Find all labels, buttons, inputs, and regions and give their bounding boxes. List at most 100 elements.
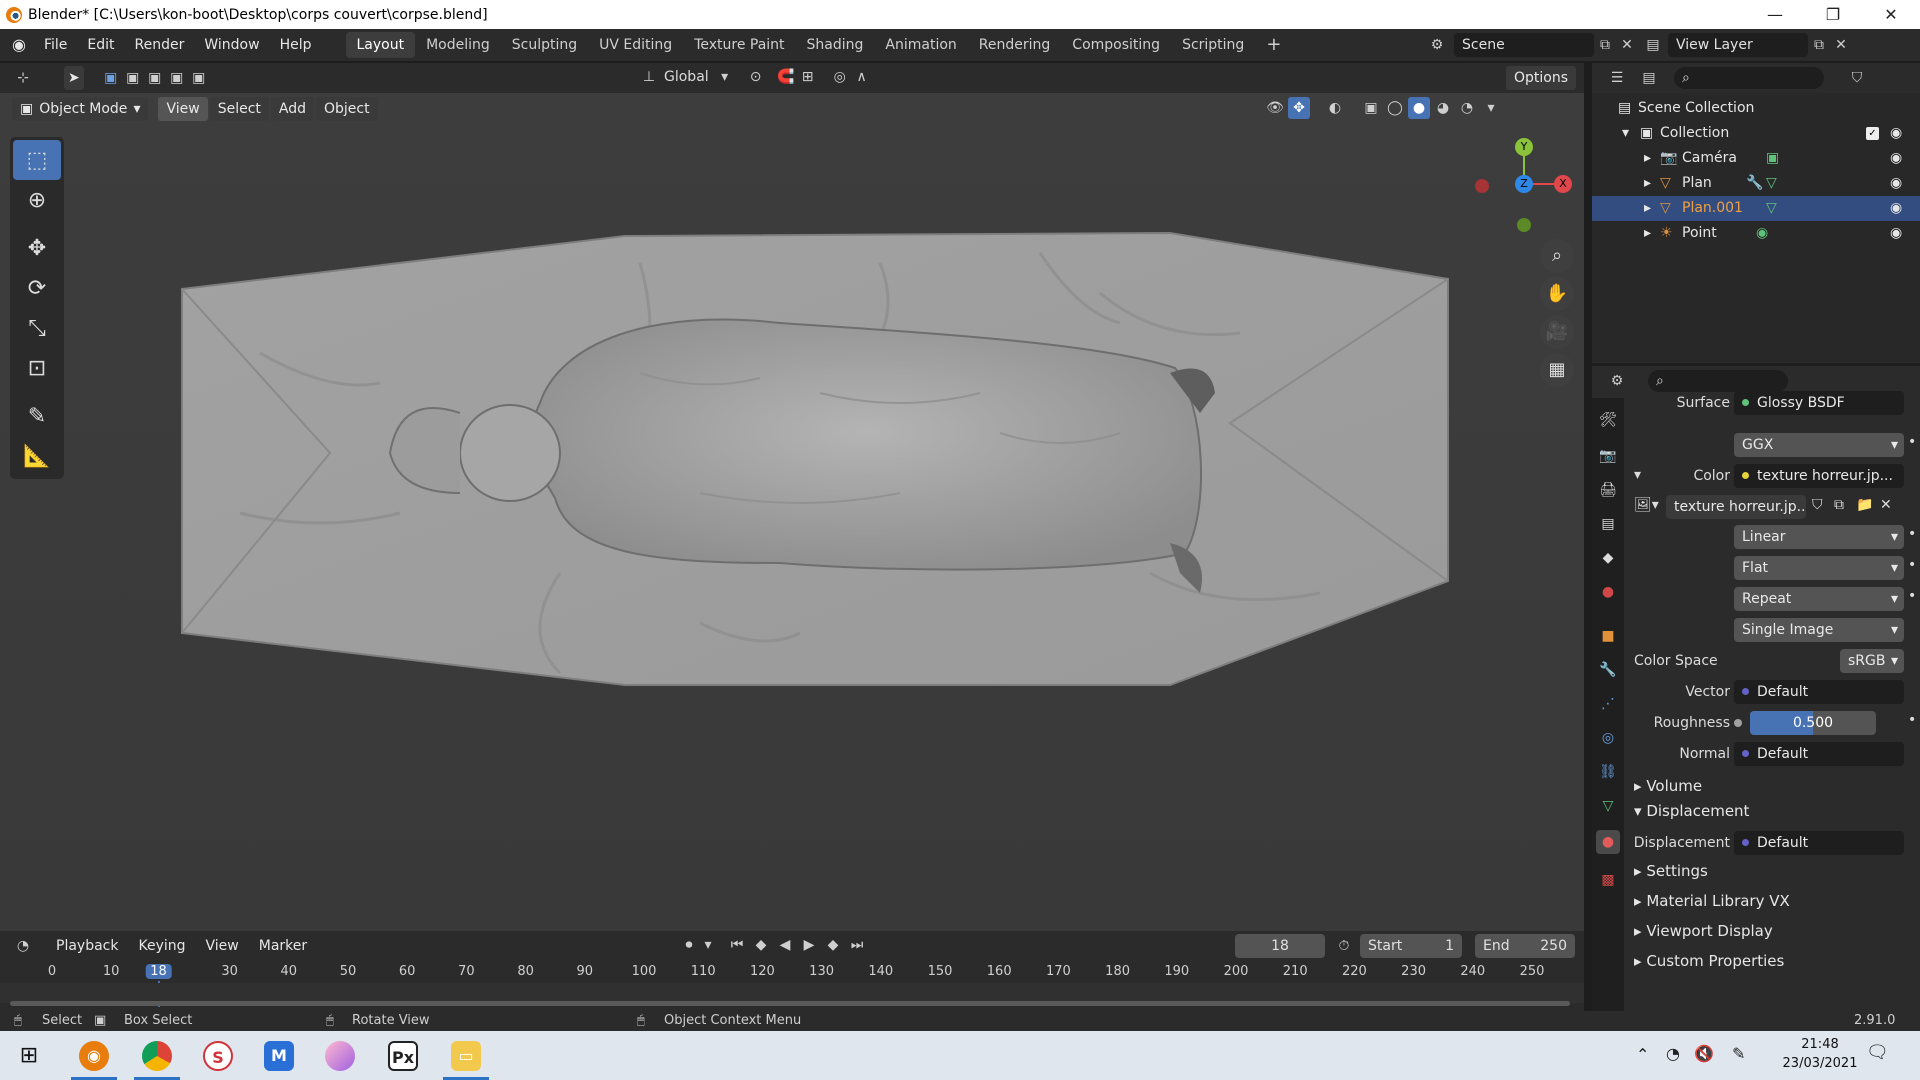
close-window-button[interactable]: ✕ (1862, 0, 1920, 29)
camera-view-icon[interactable]: 🎥 (1540, 315, 1574, 349)
auto-key-icon[interactable]: ⏺ (678, 934, 700, 956)
keying-menu[interactable]: Keying (128, 931, 195, 961)
select-mode-new-icon[interactable]: ▣ (100, 67, 122, 89)
prev-keyframe-icon[interactable]: ◆ (750, 934, 772, 956)
network-icon[interactable]: ◔ (1666, 1044, 1680, 1063)
menu-help[interactable]: Help (270, 29, 322, 61)
view-menu[interactable]: View (158, 97, 208, 121)
play-icon[interactable]: ▶ (798, 934, 820, 956)
tab-animation[interactable]: Animation (874, 32, 967, 58)
collection-row[interactable]: ▾ ▣ Collection ✓ ◉ (1592, 121, 1920, 146)
expand-arrow-icon[interactable]: ▸ (1644, 221, 1651, 246)
shading-options-icon[interactable]: ▾ (1480, 97, 1502, 119)
menu-file[interactable]: File (34, 29, 77, 61)
material-tab-icon[interactable]: ● (1596, 830, 1620, 854)
menu-edit[interactable]: Edit (77, 29, 124, 61)
image-browse-icon[interactable]: 🖼▾ (1634, 497, 1659, 513)
measure-tool-icon[interactable]: 📐 (13, 436, 61, 476)
properties-editor-icon[interactable]: ⚙ (1606, 370, 1628, 392)
tool-tab-icon[interactable]: 🛠 (1596, 408, 1620, 432)
eye-icon[interactable]: ◉ (1890, 121, 1902, 146)
filter-icon[interactable]: ⛉ (1846, 67, 1868, 89)
menu-render[interactable]: Render (125, 29, 195, 61)
scene-tab-icon[interactable]: ◆ (1596, 546, 1620, 570)
output-tab-icon[interactable]: 🖨 (1596, 478, 1620, 502)
mesh-data-icon[interactable]: ▽ (1766, 196, 1777, 221)
viewport-display-panel-header[interactable]: ▸ Viewport Display (1624, 916, 1920, 946)
select-mode-invert-icon[interactable]: ▣ (166, 67, 188, 89)
select-menu[interactable]: Select (209, 97, 269, 121)
editor-type-icon[interactable]: ⊹ (12, 67, 34, 89)
vector-input-field[interactable]: Default (1734, 680, 1904, 704)
object-tab-icon[interactable]: ■ (1596, 624, 1620, 648)
properties-search-input[interactable]: ⌕ (1648, 370, 1788, 392)
jump-end-icon[interactable]: ⏭ (846, 934, 868, 956)
current-frame-field[interactable]: 18 (1235, 934, 1325, 958)
rotate-tool-icon[interactable]: ⟳ (13, 268, 61, 308)
render-tab-icon[interactable]: 📷 (1596, 444, 1620, 468)
ortho-grid-icon[interactable]: ▦ (1540, 353, 1574, 387)
remove-scene-icon[interactable]: ✕ (1616, 34, 1638, 56)
rendered-shading-icon[interactable]: ◔ (1456, 97, 1478, 119)
cloth-mesh[interactable] (0, 93, 1584, 931)
annotate-tool-icon[interactable]: ✎ (13, 396, 61, 436)
playback-menu[interactable]: Playback (46, 931, 128, 961)
tab-texture-paint[interactable]: Texture Paint (683, 32, 795, 58)
modifier-tab-icon[interactable]: 🔧 (1596, 658, 1620, 682)
tab-rendering[interactable]: Rendering (968, 32, 1062, 58)
custom-properties-panel-header[interactable]: ▸ Custom Properties (1624, 946, 1920, 976)
pivot-point-icon[interactable]: ⊙ (745, 66, 767, 88)
tab-modeling[interactable]: Modeling (415, 32, 501, 58)
expand-arrow-icon[interactable]: ▸ (1644, 146, 1651, 171)
displacement-panel-header[interactable]: ▾ Displacement (1624, 796, 1920, 826)
eye-icon[interactable]: ◉ (1890, 171, 1902, 196)
world-tab-icon[interactable]: ● (1596, 580, 1620, 604)
eye-icon[interactable]: ◉ (1890, 221, 1902, 246)
pan-hand-icon[interactable]: ✋ (1540, 277, 1574, 311)
outliner-search-input[interactable]: ⌕ (1674, 67, 1824, 89)
color-input-field[interactable]: texture horreur.jp... (1734, 464, 1904, 488)
marker-menu[interactable]: Marker (249, 931, 317, 961)
expand-arrow-icon[interactable]: ▸ (1644, 196, 1651, 221)
select-box-tool-icon[interactable]: ⬚ (13, 140, 61, 180)
proportional-edit-icon[interactable]: ◎ (829, 66, 851, 88)
open-image-icon[interactable]: 📁 (1856, 497, 1873, 513)
start-frame-field[interactable]: Start 1 (1360, 934, 1462, 958)
jump-start-icon[interactable]: ⏮ (726, 934, 748, 956)
roughness-slider[interactable]: 0.500 (1750, 711, 1876, 735)
fake-user-icon[interactable]: ⛉ (1812, 497, 1823, 513)
tab-sculpting[interactable]: Sculpting (501, 32, 588, 58)
preview-range-icon[interactable]: ⏱ (1333, 935, 1355, 957)
windows-start-icon[interactable]: ⊞ (2, 1031, 56, 1080)
pixelexpert-taskbar-icon[interactable]: Px (376, 1031, 430, 1080)
timeline-scrollbar[interactable] (10, 1001, 1570, 1006)
view-layer-icon[interactable]: ▤ (1642, 34, 1664, 56)
gizmo-z-axis[interactable]: Z (1515, 175, 1533, 193)
file-explorer-taskbar-icon[interactable]: ▭ (439, 1031, 493, 1080)
gizmo-toggle-icon[interactable]: ✥ (1288, 97, 1310, 119)
keyframe-dot-icon[interactable]: • (1908, 434, 1916, 450)
new-scene-icon[interactable]: ⧉ (1594, 34, 1616, 56)
select-mode-extend-icon[interactable]: ▣ (122, 67, 144, 89)
navigation-gizmo[interactable]: Y Z X (1470, 133, 1580, 243)
notification-icon[interactable]: 🗨 (1866, 1042, 1889, 1063)
chrome-taskbar-icon[interactable] (130, 1031, 184, 1080)
clock-date[interactable]: 23/03/2021 (1778, 1056, 1862, 1071)
camera-data-icon[interactable]: ▣ (1766, 146, 1779, 171)
eye-icon[interactable]: ◉ (1890, 196, 1902, 221)
end-frame-field[interactable]: End 250 (1475, 934, 1575, 958)
tab-compositing[interactable]: Compositing (1061, 32, 1171, 58)
transform-tool-icon[interactable]: ⊡ (13, 348, 61, 388)
remove-view-layer-icon[interactable]: ✕ (1830, 34, 1852, 56)
settings-panel-header[interactable]: ▸ Settings (1624, 856, 1920, 886)
keyframe-dot-icon[interactable]: • (1908, 588, 1916, 604)
play-reverse-icon[interactable]: ◀ (774, 934, 796, 956)
frame-ruler[interactable]: 0 10 18 30 40 50 60 70 80 90 100 110 120 130 140 150 160… (0, 961, 1584, 1007)
falloff-icon[interactable]: ∧ (851, 66, 873, 88)
tab-layout[interactable]: Layout (345, 32, 416, 58)
select-mode-intersect-icon[interactable]: ▣ (188, 67, 210, 89)
collection-checkbox[interactable]: ✓ (1866, 127, 1879, 140)
volume-icon[interactable]: 🔇 (1694, 1044, 1714, 1063)
keyframe-dot-icon[interactable]: • (1908, 712, 1916, 728)
extension-dropdown[interactable]: Repeat ▾ (1734, 587, 1904, 611)
